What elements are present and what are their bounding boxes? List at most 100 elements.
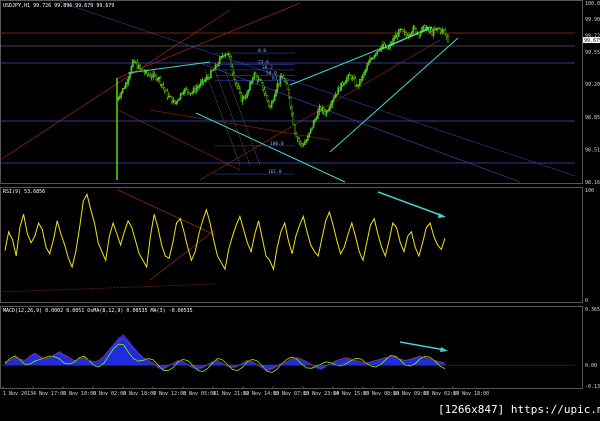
- candle: [153, 73, 156, 76]
- candle: [220, 56, 222, 59]
- macd-header: MACD(12,26,9) 0.0002 0.0051 OsMA(8,12,9)…: [3, 308, 193, 314]
- candle: [418, 32, 420, 36]
- macd-panel-frame: [0, 306, 583, 389]
- candle: [374, 53, 377, 56]
- candle: [181, 93, 183, 95]
- candle: [424, 25, 426, 30]
- candle: [315, 118, 318, 120]
- x-tick-label: 1 Nov 2013: [3, 391, 33, 397]
- candle: [201, 79, 204, 83]
- candle: [130, 66, 133, 74]
- fib-level-label: 61.8: [272, 75, 283, 81]
- candle: [366, 65, 368, 70]
- rsi-y-axis: 100 0: [585, 188, 594, 304]
- candle: [194, 88, 196, 92]
- candle: [224, 53, 227, 56]
- price-tick-label: 98.514: [585, 147, 600, 153]
- candle: [400, 28, 403, 30]
- candle: [419, 31, 422, 36]
- candle: [120, 91, 123, 97]
- candle: [178, 98, 180, 101]
- price-tick-label: 99.209: [585, 82, 600, 88]
- candle: [140, 68, 143, 70]
- fib-level-label: 38.2: [262, 65, 273, 71]
- rsi-trendlines: [0, 189, 446, 293]
- macd-y-axis: 0.365 0.00 -0.1357: [585, 307, 600, 390]
- candle: [308, 132, 310, 137]
- candle: [299, 141, 302, 144]
- candle: [421, 27, 423, 33]
- candle: [275, 90, 277, 96]
- fib-level-label: 0.0: [258, 48, 266, 54]
- candle: [359, 78, 361, 86]
- candle: [330, 104, 332, 108]
- macd-cyan-arrowhead: [440, 347, 448, 352]
- candle: [217, 64, 219, 67]
- candle: [195, 87, 198, 92]
- rsi-header: RSI(9) 53.6856: [3, 189, 45, 195]
- candle: [150, 76, 153, 78]
- x-tick-label: 5 Nov 10:00: [63, 391, 96, 397]
- candle: [441, 29, 443, 33]
- candle: [152, 73, 154, 78]
- candle: [357, 84, 360, 86]
- macd-plot: [0, 334, 575, 373]
- rsi-tick-label: 0: [585, 298, 588, 304]
- candle: [406, 35, 409, 38]
- candle: [159, 77, 162, 85]
- candle: [294, 124, 296, 134]
- candle: [143, 71, 146, 74]
- candle: [260, 80, 263, 83]
- candle: [304, 141, 306, 145]
- candle: [185, 88, 188, 90]
- candle: [223, 55, 225, 57]
- fib-fan-line: [224, 69, 261, 166]
- candle: [305, 140, 308, 143]
- candle: [288, 89, 290, 98]
- candle: [246, 92, 248, 98]
- candle: [354, 78, 357, 87]
- candle: [285, 81, 287, 85]
- candle: [385, 45, 387, 48]
- x-tick-label: 6 Nov 18:00: [123, 391, 156, 397]
- candle: [402, 29, 404, 32]
- candle: [135, 61, 137, 63]
- candle: [383, 44, 386, 48]
- time-x-axis: 1 Nov 2013 4 Nov 17:005 Nov 10:006 Nov 02…: [2, 386, 489, 397]
- candle: [360, 78, 363, 81]
- candle: [191, 92, 193, 94]
- candle: [337, 87, 339, 95]
- candle: [348, 74, 351, 76]
- price-trendlines: [0, 1, 576, 183]
- candle: [340, 82, 342, 91]
- candle: [250, 81, 253, 84]
- candle: [163, 87, 166, 91]
- candle: [403, 31, 406, 33]
- candle: [438, 28, 441, 30]
- candle: [139, 65, 141, 69]
- candle: [148, 73, 150, 76]
- candle: [414, 26, 416, 29]
- macd-cyan-arrow: [399, 341, 446, 351]
- candle: [249, 82, 251, 91]
- candle: [123, 88, 125, 89]
- candle: [230, 56, 232, 67]
- candle: [387, 47, 390, 50]
- fib-level-label: 161.8: [268, 169, 282, 175]
- candle: [127, 77, 130, 83]
- candle: [117, 97, 120, 100]
- price-tick-label: 98.165: [585, 180, 600, 186]
- candle: [389, 43, 391, 48]
- candle: [119, 96, 121, 99]
- candle: [298, 138, 300, 142]
- candle: [309, 128, 312, 133]
- candle: [291, 107, 293, 114]
- candle: [412, 26, 415, 33]
- candle: [158, 77, 160, 79]
- candle: [356, 84, 358, 87]
- candle: [341, 82, 344, 86]
- candle: [268, 100, 270, 106]
- candle: [174, 99, 176, 104]
- candle: [311, 127, 313, 129]
- fib-level-label: 23.6: [258, 59, 269, 65]
